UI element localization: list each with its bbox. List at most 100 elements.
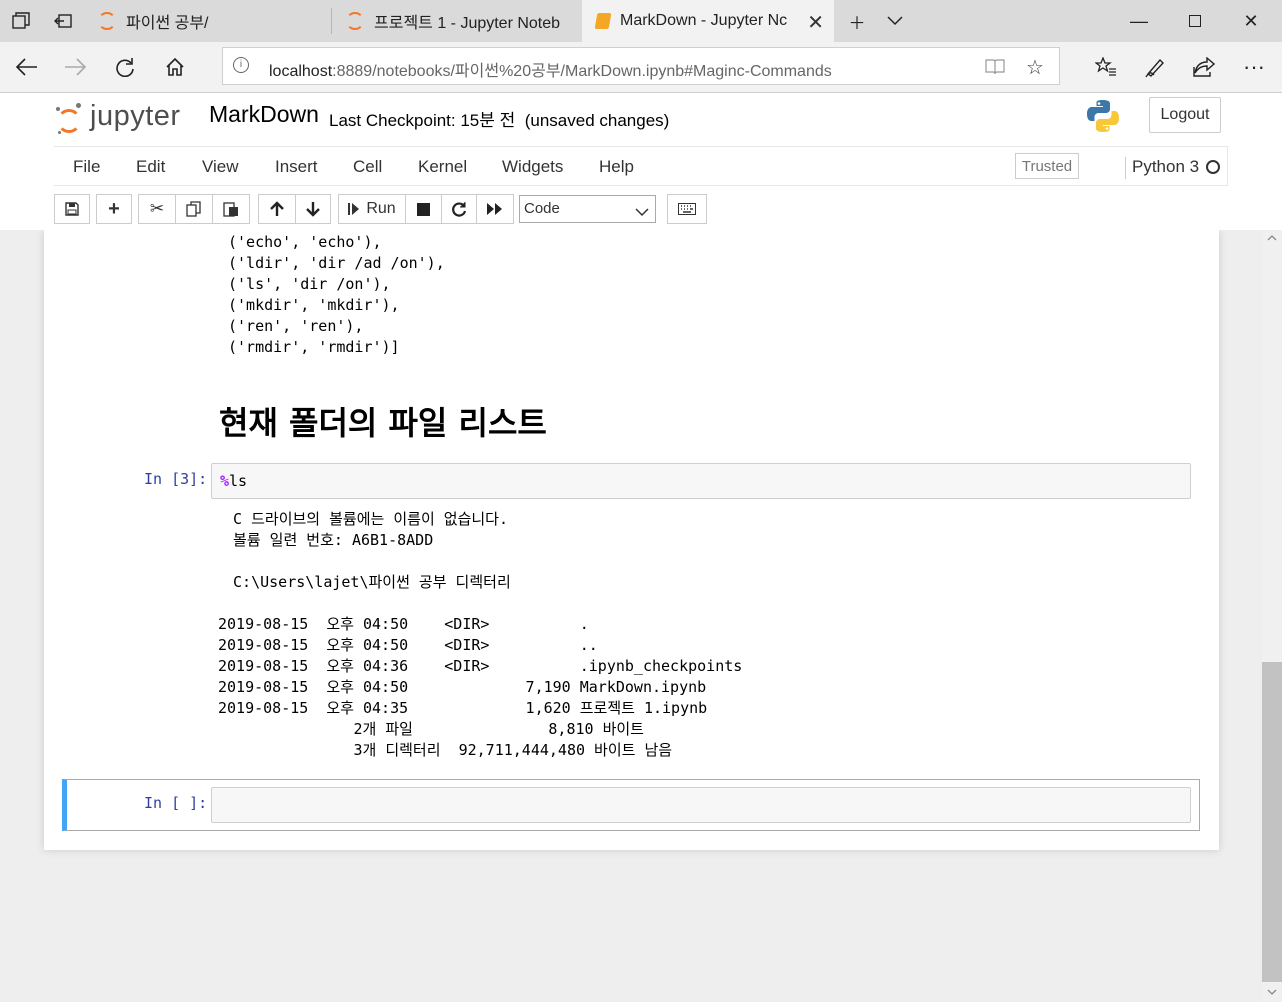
command-palette-button[interactable] xyxy=(667,194,707,224)
output-line: ('ls', 'dir /on'), xyxy=(228,275,391,293)
paste-icon xyxy=(223,202,238,217)
cell-type-value: Code xyxy=(524,200,560,217)
url-text: localhost:8889/notebooks/파이썬%20공부/MarkDo… xyxy=(269,63,832,80)
markdown-heading: 현재 폴더의 파일 리스트 xyxy=(219,404,547,442)
cell-prompt: In [3]: xyxy=(144,470,208,488)
menu-insert[interactable]: Insert xyxy=(275,157,318,177)
new-tab-icon[interactable]: ＋ xyxy=(836,0,878,42)
output-line: ('ldir', 'dir /ad /on'), xyxy=(228,254,445,272)
tab-python-study[interactable]: 파이썬 공부/ xyxy=(84,0,332,42)
tab-label: MarkDown - Jupyter Nc xyxy=(620,12,788,29)
output-line: 볼륨 일련 번호: A6B1-8ADD xyxy=(224,531,434,549)
listing-row: 2019-08-15 오후 04:36 <DIR> .ipynb_checkpo… xyxy=(218,657,743,675)
arrow-up-icon xyxy=(270,201,284,216)
scroll-down-icon[interactable] xyxy=(1262,984,1282,1002)
output-line: ('rmdir', 'rmdir')] xyxy=(228,338,400,356)
web-note-pen-icon[interactable] xyxy=(1131,42,1179,92)
insert-cell-button[interactable]: + xyxy=(96,194,132,224)
kernel-name: Python 3 xyxy=(1125,157,1199,179)
set-aside-tabs-icon[interactable] xyxy=(42,0,84,42)
menu-widgets[interactable]: Widgets xyxy=(502,157,563,177)
favorite-star-icon[interactable]: ☆ xyxy=(1015,48,1055,86)
arrow-down-icon xyxy=(306,202,320,217)
notebook-container: ('echo', 'echo'), ('ldir', 'dir /ad /on')… xyxy=(44,230,1219,850)
restart-button[interactable] xyxy=(441,194,477,224)
cell-output-header: C 드라이브의 볼륨에는 이름이 없습니다. 볼륨 일련 번호: A6B1-8A… xyxy=(224,509,511,614)
tab-bar: 파이썬 공부/ 프로젝트 1 - Jupyter Noteb MarkDown … xyxy=(0,0,1282,42)
checkpoint-status: Last Checkpoint: 15분 전 (unsaved changes) xyxy=(329,111,670,130)
run-button[interactable]: Run xyxy=(338,194,406,224)
favorites-hub-icon[interactable] xyxy=(1082,42,1130,92)
share-icon[interactable] xyxy=(1180,42,1228,92)
listing-row: 2019-08-15 오후 04:35 1,620 프로젝트 1.ipynb xyxy=(218,699,708,717)
kernel-idle-indicator-icon xyxy=(1206,160,1220,174)
tab-markdown[interactable]: MarkDown - Jupyter Nc ✕ xyxy=(582,0,834,42)
output-line: ('mkdir', 'mkdir'), xyxy=(228,296,400,314)
interrupt-button[interactable] xyxy=(405,194,442,224)
move-up-button[interactable] xyxy=(258,194,296,224)
cell-type-select[interactable]: Code xyxy=(519,195,656,223)
listing-row: 2019-08-15 오후 04:50 <DIR> .. xyxy=(218,636,598,654)
tab-label: 파이썬 공부/ xyxy=(126,15,209,32)
minimize-button[interactable]: — xyxy=(1110,0,1168,42)
move-down-button[interactable] xyxy=(295,194,331,224)
site-info-icon[interactable]: i xyxy=(233,57,249,73)
forward-arrow-icon[interactable] xyxy=(50,42,100,92)
cut-button[interactable]: ✂ xyxy=(138,194,176,224)
close-tab-icon[interactable]: ✕ xyxy=(807,10,824,35)
output-line: C 드라이브의 볼륨에는 이름이 없습니다. xyxy=(224,510,509,528)
menu-edit[interactable]: Edit xyxy=(136,157,165,177)
scroll-thumb[interactable] xyxy=(1262,662,1282,982)
restart-icon xyxy=(452,202,467,217)
empty-cell-prompt: In [ ]: xyxy=(144,794,208,812)
more-menu-icon[interactable]: ··· xyxy=(1230,42,1278,92)
empty-code-cell-input[interactable] xyxy=(211,787,1191,823)
logout-button[interactable]: Logout xyxy=(1149,97,1221,133)
copy-icon xyxy=(186,201,201,217)
paste-button[interactable] xyxy=(212,194,250,224)
cell-code: %ls xyxy=(220,472,248,490)
tab-project-1[interactable]: 프로젝트 1 - Jupyter Noteb xyxy=(332,0,580,42)
menu-kernel[interactable]: Kernel xyxy=(418,157,467,177)
menu-cell[interactable]: Cell xyxy=(353,157,382,177)
python-logo-icon xyxy=(1087,100,1119,132)
notebook-favicon-icon xyxy=(594,13,612,29)
tab-label: 프로젝트 1 - Jupyter Noteb xyxy=(374,15,561,32)
keyboard-icon xyxy=(678,203,696,215)
tab-list-chevron-down-icon[interactable] xyxy=(874,0,916,42)
notebook-scroll-area[interactable]: ('echo', 'echo'), ('ldir', 'dir /ad /on')… xyxy=(0,230,1262,1002)
save-icon xyxy=(65,202,79,216)
fast-forward-icon xyxy=(487,203,502,215)
stop-icon xyxy=(417,202,430,216)
back-arrow-icon[interactable] xyxy=(2,42,52,92)
url-input[interactable]: i localhost:8889/notebooks/파이썬%20공부/Mark… xyxy=(222,47,1060,85)
menu-view[interactable]: View xyxy=(202,157,239,177)
jupyter-favicon-icon xyxy=(346,12,364,30)
code-cell-input[interactable]: %ls xyxy=(211,463,1191,499)
chevron-down-icon xyxy=(635,200,649,226)
run-label: Run xyxy=(366,200,396,217)
close-window-button[interactable]: ✕ xyxy=(1222,0,1280,42)
maximize-button[interactable] xyxy=(1166,0,1224,42)
tab-actions-icon[interactable] xyxy=(0,0,42,42)
output-line: ('ren', 'ren'), xyxy=(228,317,364,335)
restart-run-all-button[interactable] xyxy=(476,194,514,224)
listing-row: 2019-08-15 오후 04:50 7,190 MarkDown.ipynb xyxy=(218,678,707,696)
notebook-title[interactable]: MarkDown xyxy=(209,101,319,128)
refresh-icon[interactable] xyxy=(100,42,150,92)
reading-view-icon[interactable] xyxy=(975,48,1015,86)
save-button[interactable] xyxy=(54,194,90,224)
vertical-scrollbar[interactable] xyxy=(1262,230,1282,1002)
home-icon[interactable] xyxy=(150,42,200,92)
jupyter-logo[interactable]: jupyter xyxy=(56,98,181,134)
copy-button[interactable] xyxy=(175,194,213,224)
scroll-up-icon[interactable] xyxy=(1262,230,1282,248)
cell-output-listing: 2019-08-15 오후 04:50 <DIR> . 2019-08-15 오후… xyxy=(218,614,742,761)
menu-file[interactable]: File xyxy=(73,157,100,177)
listing-row: 2개 파일 8,810 바이트 xyxy=(218,720,644,738)
jupyter-header: jupyter MarkDown Last Checkpoint: 15분 전 … xyxy=(0,93,1282,230)
jupyter-logo-icon xyxy=(56,103,82,134)
trusted-badge[interactable]: Trusted xyxy=(1015,153,1079,179)
menu-help[interactable]: Help xyxy=(599,157,634,177)
